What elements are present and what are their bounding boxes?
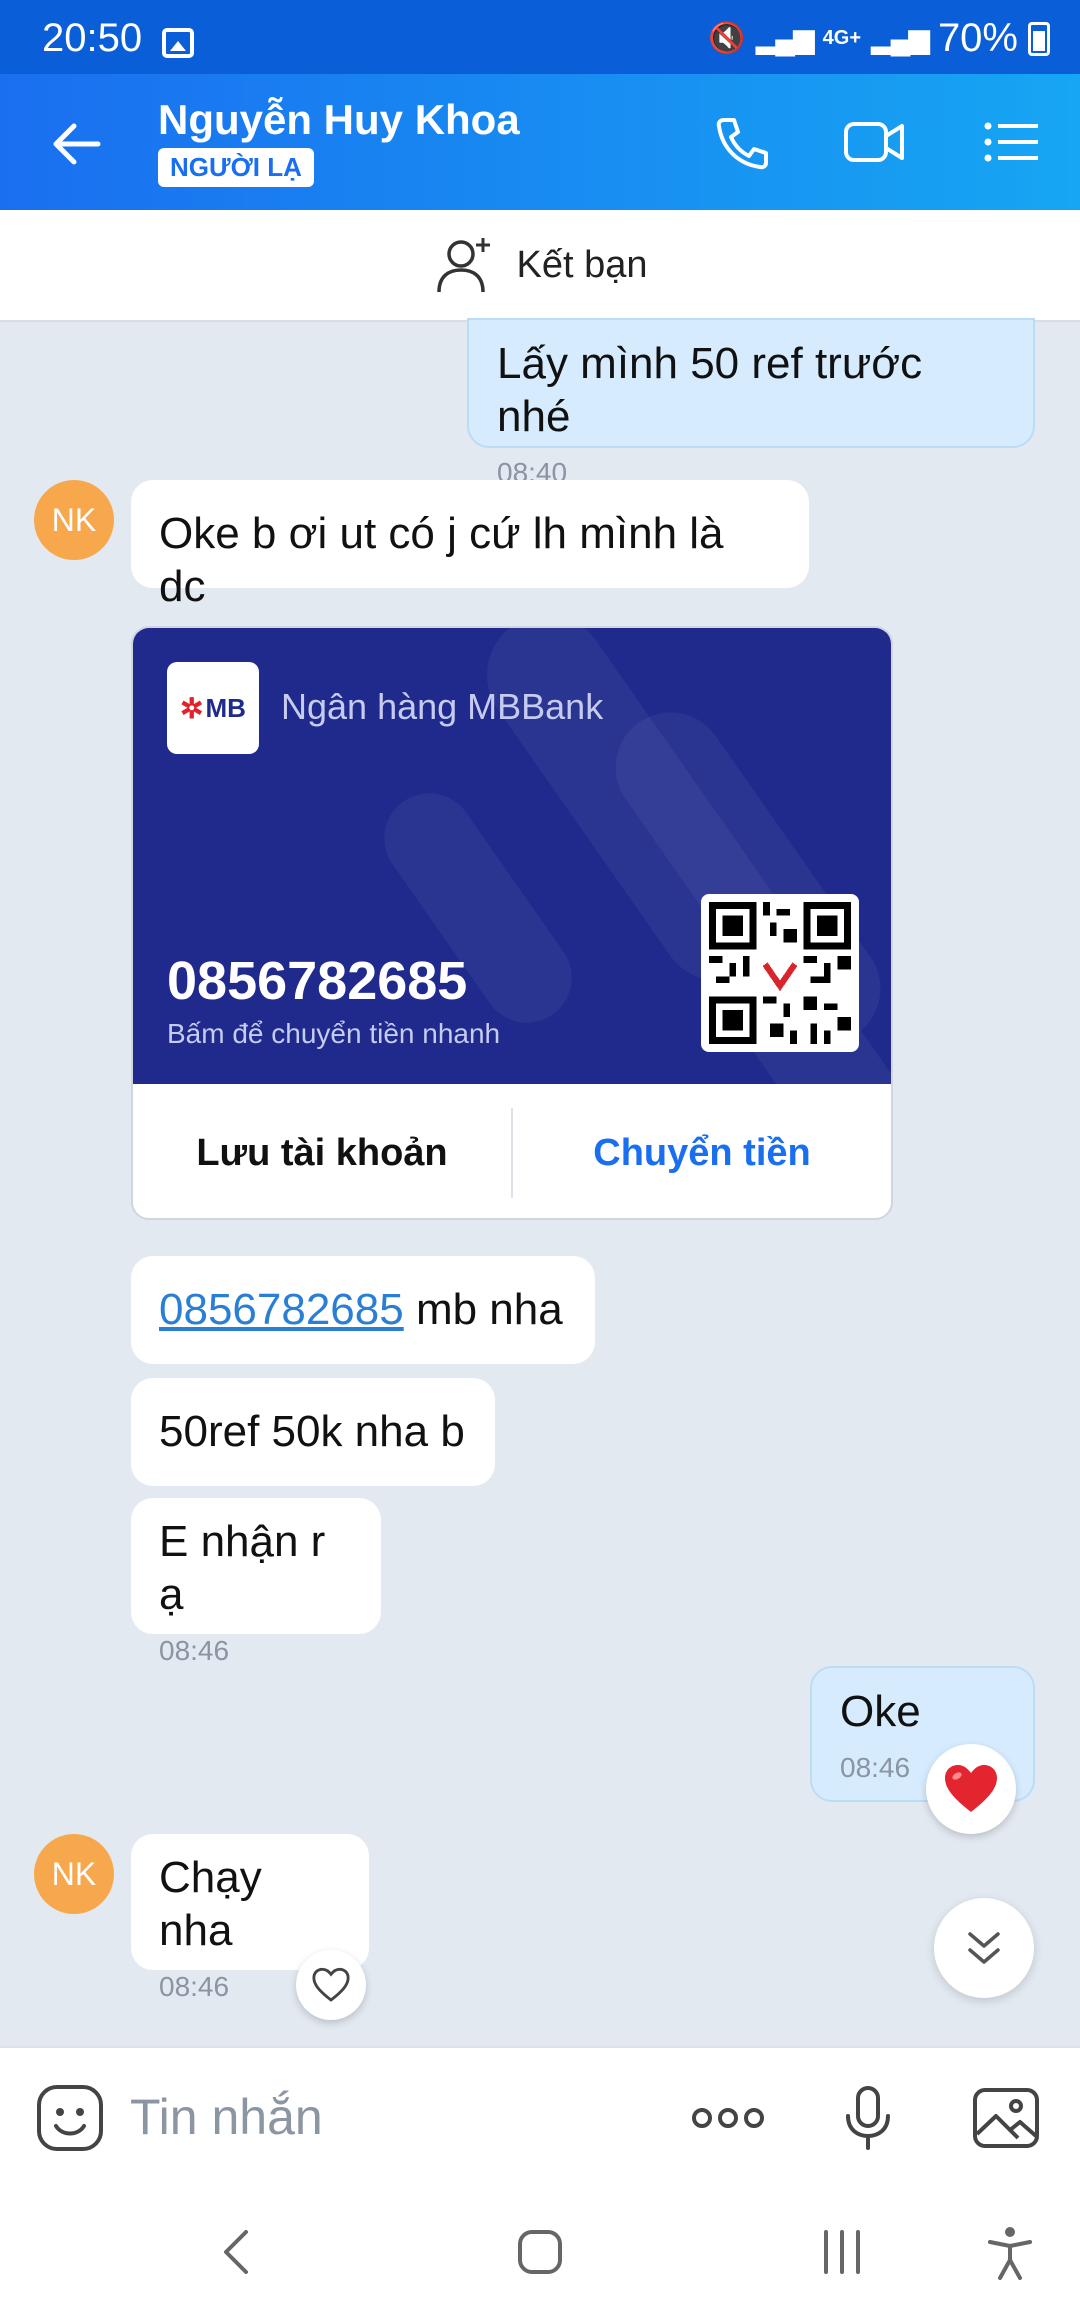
image-notification-icon	[162, 28, 194, 58]
message-input-bar: Tin nhắn	[0, 2046, 1080, 2186]
react-heart-button[interactable]	[296, 1950, 366, 2020]
qr-code-icon	[709, 902, 851, 1044]
message-bubble-incoming[interactable]: Oke b ơi ut có j cứ lh mình là dc	[131, 480, 809, 611]
message-text: Chạy nha	[159, 1853, 262, 1955]
contact-avatar[interactable]: NK	[34, 1834, 114, 1914]
stranger-badge: NGƯỜI LẠ	[158, 148, 314, 187]
message-bubble-incoming[interactable]: E nhận r ạ 08:46	[131, 1498, 381, 1666]
message-time: 08:46	[159, 1634, 230, 1666]
double-chevron-down-icon	[968, 1932, 1000, 1964]
quick-transfer-hint: Bấm để chuyển tiền nhanh	[167, 1018, 501, 1049]
add-friend-icon	[436, 238, 490, 293]
battery-icon	[1028, 21, 1050, 56]
bank-card-actions: Lưu tài khoản Chuyển tiền	[133, 1084, 891, 1218]
qr-code[interactable]	[701, 894, 859, 1052]
account-number: 0856782685	[167, 951, 468, 1011]
message-bubble-incoming[interactable]: 0856782685 mb nha	[131, 1256, 595, 1364]
sticker-emoji-icon[interactable]	[34, 2082, 106, 2154]
bank-account-card[interactable]: ✲ MB Ngân hàng MBBank 0856782685 Bấm để c…	[131, 626, 893, 1220]
nav-recents-icon[interactable]	[812, 2222, 872, 2282]
message-text: Oke	[840, 1687, 921, 1736]
chat-header: Nguyễn Huy Khoa NGƯỜI LẠ	[0, 74, 1080, 210]
accessibility-icon[interactable]	[980, 2222, 1040, 2282]
message-text: 50ref 50k nha b	[159, 1407, 465, 1456]
message-text: Lấy mình 50 ref trước nhé	[497, 339, 923, 441]
phone-icon[interactable]	[710, 112, 774, 172]
system-icons: 🔇 ▂▄▆ 4G+ ▂▄▆ 70%	[708, 16, 1050, 61]
message-input[interactable]: Tin nhắn	[130, 2088, 323, 2146]
transfer-money-button[interactable]: Chuyển tiền	[513, 1132, 891, 1175]
signal-icon-2: ▂▄▆	[871, 23, 930, 54]
message-text: Oke b ơi ut có j cứ lh mình là dc	[159, 509, 724, 611]
contact-avatar[interactable]: NK	[34, 480, 114, 560]
menu-list-icon[interactable]	[980, 112, 1044, 172]
message-text: E nhận r ạ	[159, 1517, 326, 1619]
message-text: mb nha	[403, 1285, 563, 1334]
add-friend-button[interactable]: Kết bạn	[0, 210, 1080, 322]
image-gallery-icon[interactable]	[970, 2082, 1042, 2154]
mbbank-logo: ✲ MB	[167, 662, 259, 754]
battery-percent: 70%	[937, 16, 1018, 60]
heart-reaction[interactable]	[926, 1744, 1016, 1834]
save-account-button[interactable]: Lưu tài khoản	[133, 1132, 511, 1175]
bank-card-body[interactable]: ✲ MB Ngân hàng MBBank 0856782685 Bấm để c…	[133, 628, 891, 1084]
add-friend-label: Kết bạn	[516, 243, 648, 286]
nav-back-icon[interactable]	[208, 2222, 268, 2282]
more-options-icon[interactable]	[690, 2082, 766, 2154]
message-bubble-outgoing[interactable]: Lấy mình 50 ref trước nhé 08:40	[467, 318, 1035, 488]
red-heart-icon	[945, 1765, 997, 1812]
status-time: 20:50	[42, 16, 143, 60]
message-bubble-incoming[interactable]: 50ref 50k nha b	[131, 1378, 495, 1486]
back-arrow-icon[interactable]	[48, 114, 108, 174]
status-bar: 20:50 🔇 ▂▄▆ 4G+ ▂▄▆ 70%	[0, 0, 1080, 74]
system-navigation-bar	[0, 2186, 1080, 2316]
signal-icon: ▂▄▆	[755, 23, 815, 54]
bank-name: Ngân hàng MBBank	[281, 686, 604, 727]
scroll-to-bottom-button[interactable]	[934, 1898, 1034, 1998]
mute-icon: 🔇	[708, 22, 746, 55]
phone-number-link[interactable]: 0856782685	[159, 1285, 404, 1334]
microphone-icon[interactable]	[832, 2082, 904, 2154]
nav-home-icon[interactable]	[510, 2222, 570, 2282]
network-type: 4G+	[822, 27, 862, 49]
video-call-icon[interactable]	[842, 112, 906, 172]
contact-name[interactable]: Nguyễn Huy Khoa	[158, 96, 520, 144]
heart-outline-icon	[312, 1967, 350, 2002]
